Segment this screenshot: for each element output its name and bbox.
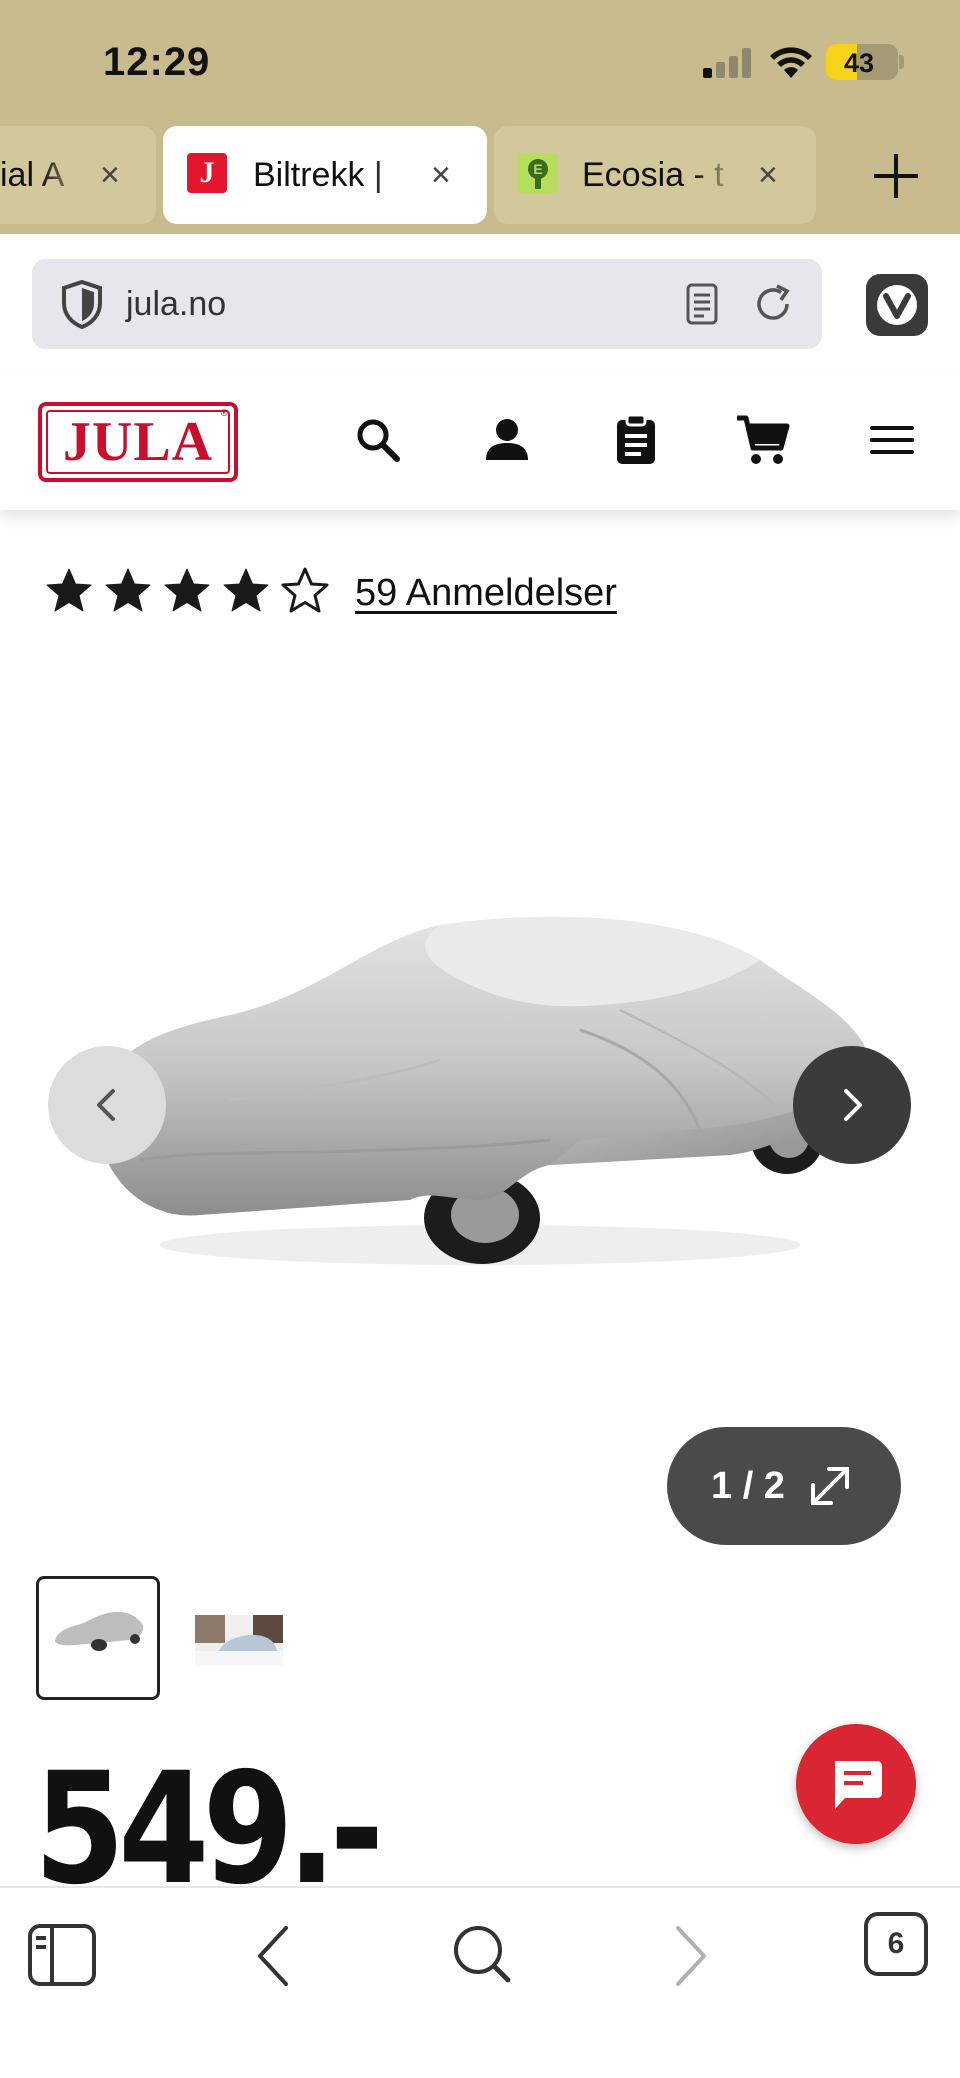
vivaldi-menu-icon[interactable] <box>866 274 928 336</box>
status-time: 12:29 <box>103 40 211 84</box>
panel-toggle-icon[interactable] <box>24 1916 104 1996</box>
star-filled-icon <box>164 568 210 612</box>
wifi-icon <box>770 47 812 78</box>
tab-ecosia[interactable]: E Ecosia - t × <box>494 126 816 224</box>
cellular-signal-icon <box>703 48 753 78</box>
cart-icon[interactable] <box>733 410 793 470</box>
new-tab-icon[interactable] <box>868 148 924 204</box>
ecosia-icon: E <box>518 153 558 193</box>
star-filled-icon <box>105 568 151 612</box>
jula-icon: J <box>187 153 227 193</box>
car-cover-snow-thumbnail <box>195 1615 283 1665</box>
carousel-next-button[interactable] <box>793 1046 911 1164</box>
url-text[interactable]: jula.no <box>126 285 226 324</box>
tab-close-button[interactable]: × <box>431 156 451 195</box>
carousel-prev-button[interactable] <box>48 1046 166 1164</box>
tab-social[interactable]: ial A × <box>0 126 156 224</box>
jula-logo[interactable]: JULA ® <box>38 402 238 482</box>
star-filled-icon <box>46 568 92 612</box>
battery-level: 43 <box>843 48 875 78</box>
expand-icon <box>811 1467 849 1505</box>
browser-topbar: 12:29 43 ial A × J Biltrekk | × E Ecosia… <box>0 0 960 234</box>
tab-switcher-button[interactable]: 6 <box>864 1912 928 1976</box>
shopping-list-icon[interactable] <box>606 410 666 470</box>
star-filled-icon <box>223 568 269 612</box>
tab-close-button[interactable]: × <box>100 156 120 195</box>
image-counter: 1 / 2 <box>711 1465 785 1507</box>
tab-biltrekk[interactable]: J Biltrekk | × <box>163 126 487 224</box>
logo-text: JULA <box>62 411 214 473</box>
image-counter-fullscreen-button[interactable]: 1 / 2 <box>667 1427 901 1545</box>
car-cover-thumbnail <box>55 1611 144 1651</box>
browser-bottom-toolbar: 6 <box>0 1886 960 2078</box>
address-bar[interactable]: jula.no <box>32 259 822 349</box>
battery-icon: 43 <box>826 44 898 80</box>
product-image-car-cover[interactable] <box>80 900 880 1300</box>
chat-icon <box>835 1761 882 1809</box>
site-header: JULA ® <box>0 374 960 510</box>
reload-icon[interactable] <box>750 281 796 327</box>
menu-icon[interactable] <box>862 410 922 470</box>
chat-button[interactable] <box>796 1724 916 1844</box>
reader-mode-icon[interactable] <box>680 281 724 327</box>
tab-label: Biltrekk | <box>253 156 383 194</box>
chevron-right-icon <box>844 1089 862 1121</box>
tab-close-button[interactable]: × <box>758 156 778 195</box>
search-icon[interactable] <box>442 1916 522 1996</box>
star-empty-icon <box>281 567 329 613</box>
search-icon[interactable] <box>348 410 408 470</box>
shield-icon[interactable] <box>60 279 104 329</box>
thumbnail-1[interactable] <box>36 1576 160 1700</box>
thumbnail-2[interactable] <box>190 1576 314 1700</box>
address-row: jula.no <box>0 234 960 374</box>
chevron-left-icon <box>97 1089 115 1121</box>
account-icon[interactable] <box>477 410 537 470</box>
reviews-link[interactable]: 59 Anmeldelser <box>355 572 617 615</box>
forward-icon[interactable] <box>648 1916 728 1996</box>
back-icon[interactable] <box>236 1916 316 1996</box>
svg-text:E: E <box>533 161 542 177</box>
